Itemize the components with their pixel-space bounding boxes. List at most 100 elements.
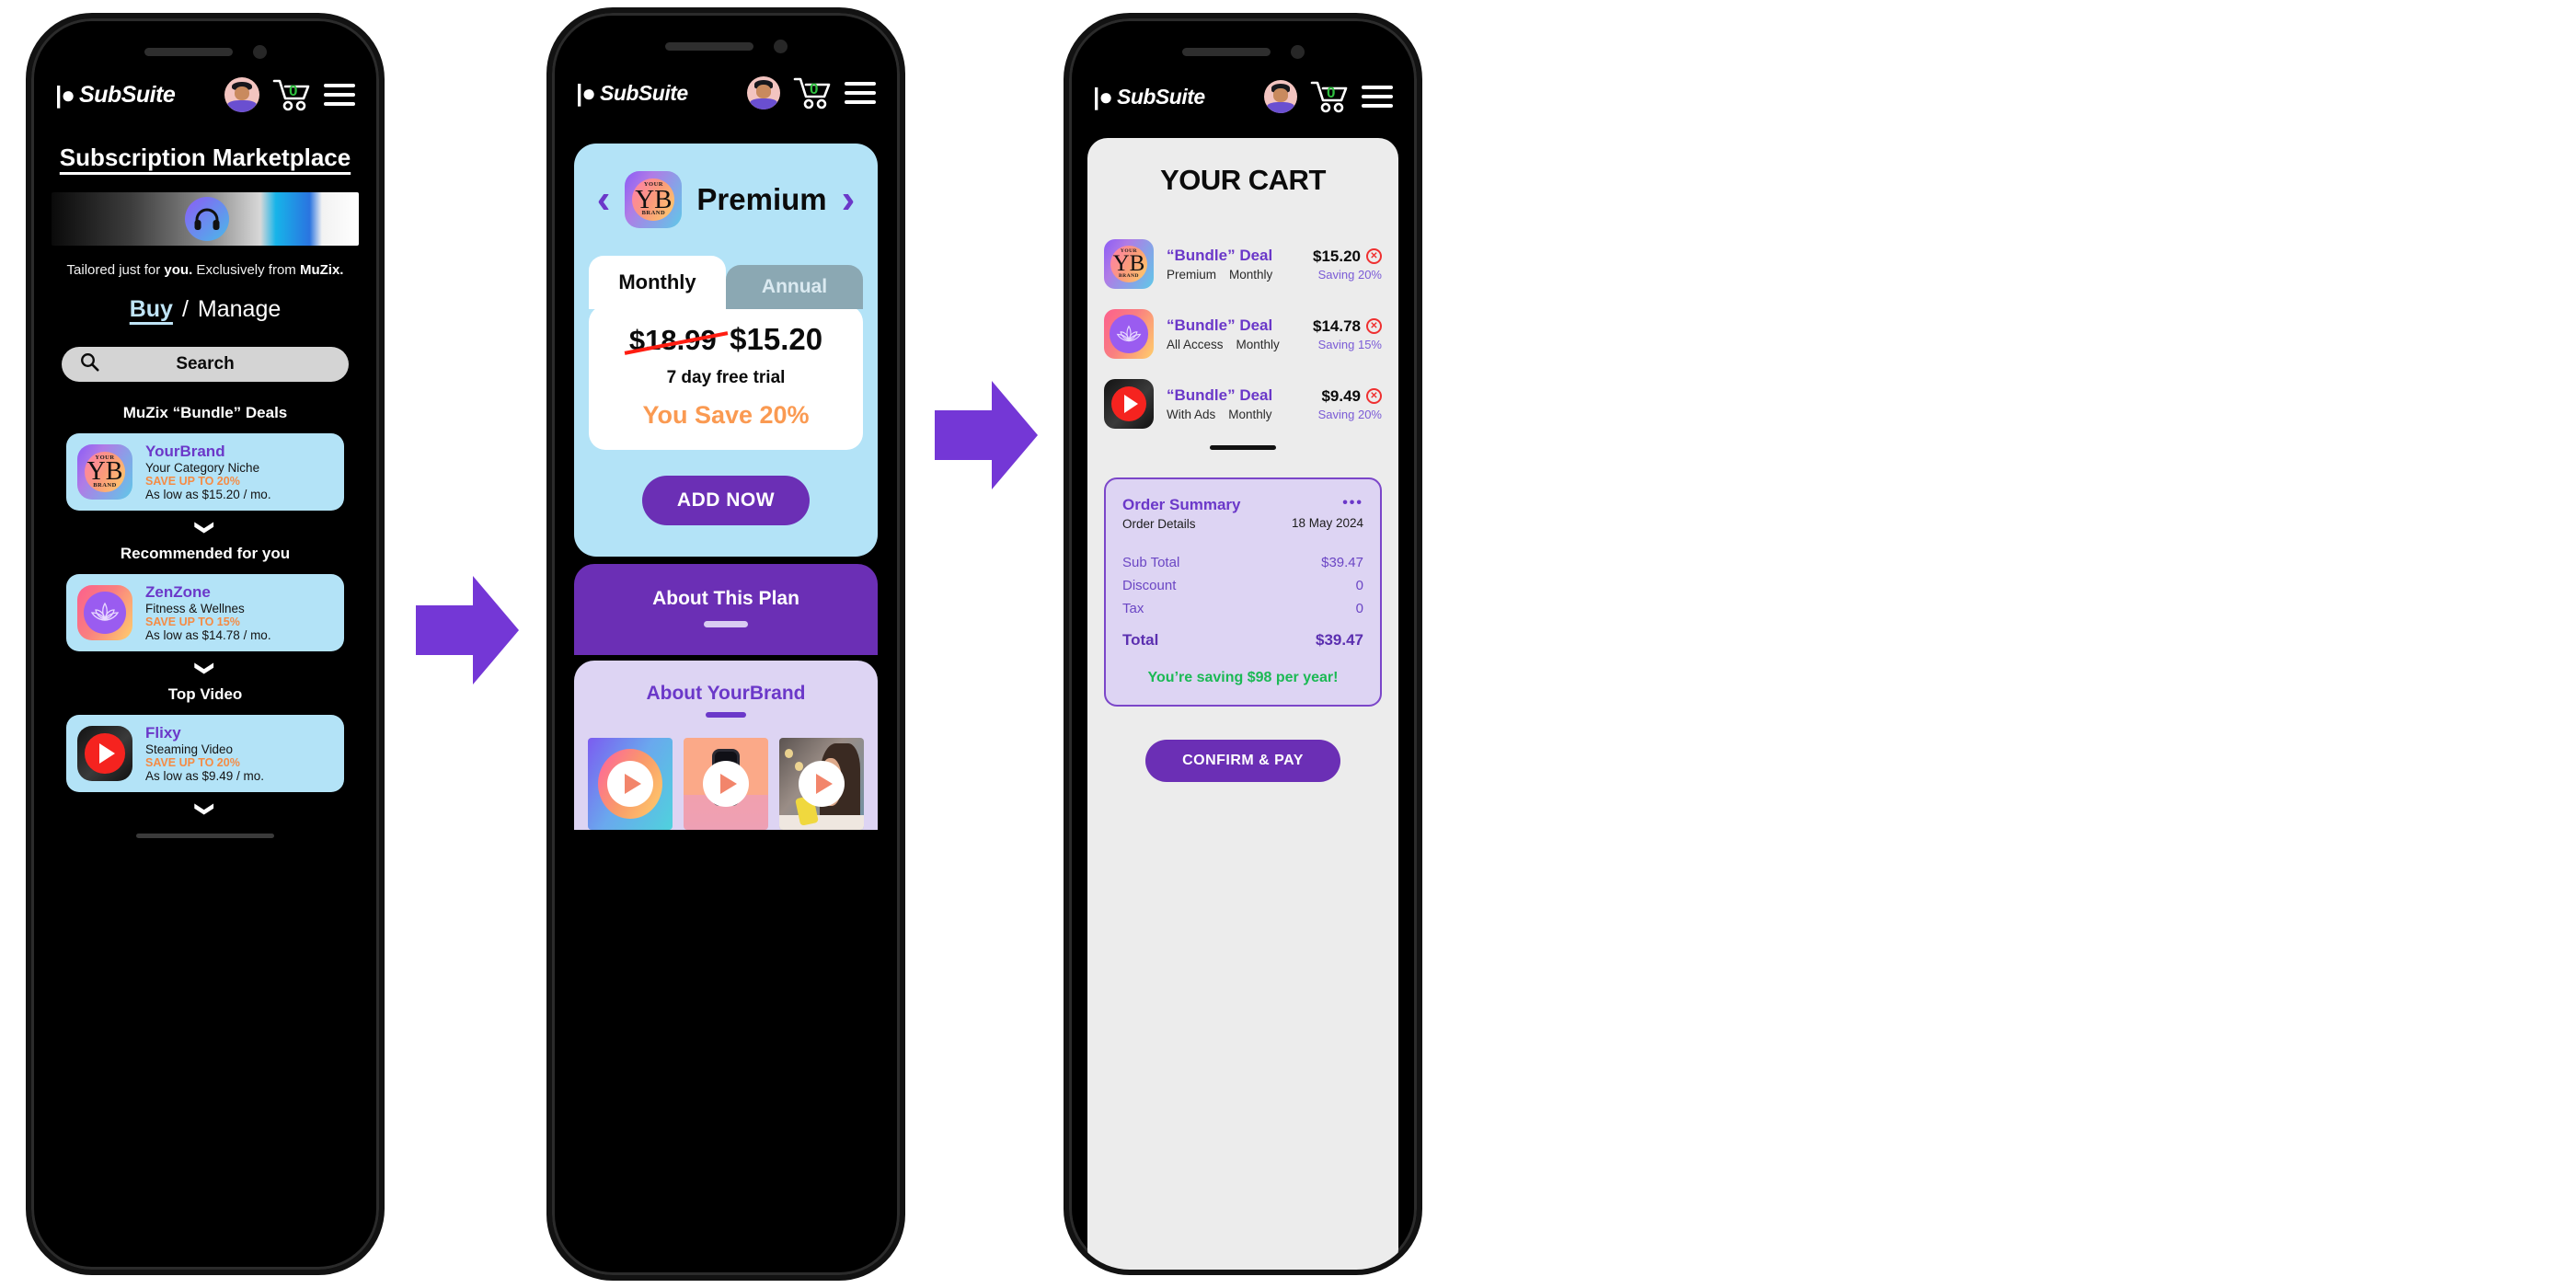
summary-label: Sub Total xyxy=(1122,555,1180,570)
logo-glyph-icon: |● xyxy=(576,79,596,107)
hamburger-menu-icon[interactable] xyxy=(324,84,355,106)
tab-buy[interactable]: Buy xyxy=(130,296,173,323)
confirm-pay-button[interactable]: CONFIRM & PAY xyxy=(1145,740,1340,782)
play-logo-icon xyxy=(77,726,132,781)
cart-item-price: $14.78 xyxy=(1313,316,1361,335)
cart-item-name: “Bundle” Deal xyxy=(1167,247,1273,264)
user-avatar[interactable] xyxy=(747,76,780,109)
headphones-glyph-icon xyxy=(194,208,220,230)
order-details-label: Order Details xyxy=(1122,517,1196,531)
cart-count-badge: 0 xyxy=(1326,84,1336,102)
cart-item-price-row: $9.49 ✕ xyxy=(1321,387,1382,406)
remove-item-button[interactable]: ✕ xyxy=(1366,318,1382,334)
expand-chevron-3[interactable]: ❯ xyxy=(194,636,217,983)
cart-item-price: $15.20 xyxy=(1313,247,1361,265)
flow-arrow-2 xyxy=(935,381,1038,489)
subsuite-logo[interactable]: |● SubSuite xyxy=(55,81,176,109)
tab-annual[interactable]: Annual xyxy=(726,265,863,309)
play-triangle-icon xyxy=(624,774,641,794)
tagline-bold-you: you. xyxy=(164,262,193,278)
phone1-earpiece xyxy=(31,18,379,85)
thumb-brand-video[interactable] xyxy=(588,738,673,830)
subsuite-logo[interactable]: |● SubSuite xyxy=(576,81,688,106)
summary-value: 0 xyxy=(1355,601,1363,616)
logo-glyph-icon: |● xyxy=(55,81,75,109)
speaker-grille xyxy=(144,47,233,56)
cart-item-row[interactable]: “Bundle” Deal All Access Monthly $14.78 … xyxy=(1104,309,1382,359)
cart-item-row[interactable]: YOUR YB BRAND “Bundle” Deal Premium Mont… xyxy=(1104,239,1382,289)
cart-item-saving: Saving 15% xyxy=(1317,337,1382,351)
confirm-pay-wrap: CONFIRM & PAY xyxy=(1087,740,1398,782)
summary-label: Tax xyxy=(1122,601,1144,616)
cart-icon[interactable]: 0 xyxy=(272,78,311,111)
cart-sheet: YOUR CART YOUR YB BRAND “Bundle” Deal Pr… xyxy=(1087,138,1398,1270)
cart-item-body: “Bundle” Deal All Access Monthly xyxy=(1167,316,1300,351)
user-avatar[interactable] xyxy=(224,77,259,112)
discounted-price: $15.20 xyxy=(730,322,823,356)
order-summary-title: Order Summary xyxy=(1122,496,1241,513)
remove-item-button[interactable]: ✕ xyxy=(1366,388,1382,404)
subsuite-logo[interactable]: |● SubSuite xyxy=(1093,85,1205,109)
phone3-earpiece xyxy=(1069,18,1417,85)
cart-item-cycle: Monthly xyxy=(1228,408,1272,421)
cart-icon[interactable]: 0 xyxy=(793,76,832,109)
marketplace-tagline: Tailored just for you. Exclusively from … xyxy=(31,262,379,278)
tab-monthly[interactable]: Monthly xyxy=(589,256,726,309)
cart-item-row[interactable]: “Bundle” Deal With Ads Monthly $9.49 ✕ S… xyxy=(1104,379,1382,429)
order-summary-more-icon[interactable]: ••• xyxy=(1292,496,1363,511)
yourbrand-logo-icon: YOUR YB BRAND xyxy=(1104,239,1154,289)
yourbrand-logo-icon: YOUR YB BRAND xyxy=(625,171,683,228)
phone-2-plan-detail: |● SubSuite 0 ‹ YOUR YB BRAND Premium › … xyxy=(546,7,905,1281)
phone-1-marketplace: |● SubSuite 0 Subscription Marketplace T… xyxy=(26,13,385,1275)
prev-plan-button[interactable]: ‹ xyxy=(597,179,611,220)
about-brand-section: About YourBrand xyxy=(574,661,878,830)
phone2-header-icons: 0 xyxy=(747,76,876,109)
add-now-wrap: ADD NOW xyxy=(574,450,878,557)
cart-item-saving: Saving 20% xyxy=(1317,267,1382,282)
tab-manage[interactable]: Manage xyxy=(198,296,281,323)
cart-item-sub: Premium Monthly xyxy=(1167,268,1300,282)
cart-item-name: “Bundle” Deal xyxy=(1167,316,1273,334)
phone3-header-icons: 0 xyxy=(1264,80,1393,113)
order-date: 18 May 2024 xyxy=(1291,516,1363,530)
thumb-lifestyle-video[interactable] xyxy=(779,738,864,830)
phone-3-cart: |● SubSuite 0 YOUR CART YOUR YB BRAND “B… xyxy=(1064,13,1422,1275)
cart-item-cycle: Monthly xyxy=(1236,338,1280,351)
cart-page-title: YOUR CART xyxy=(1160,164,1326,196)
play-logo-icon xyxy=(1104,379,1154,429)
remove-item-button[interactable]: ✕ xyxy=(1366,248,1382,264)
savings-label: You Save 20% xyxy=(642,401,810,429)
phone3-side-button-1 xyxy=(1064,248,1066,304)
next-plan-button[interactable]: › xyxy=(842,179,856,220)
logo-monogram: YB xyxy=(86,457,123,487)
hamburger-menu-icon[interactable] xyxy=(1362,86,1393,108)
cart-count-badge: 0 xyxy=(809,80,819,98)
flow-arrow-1 xyxy=(416,576,519,684)
category-banner[interactable] xyxy=(52,192,359,246)
order-summary-header: Order Summary Order Details ••• 18 May 2… xyxy=(1122,496,1363,532)
lotus-glyph-icon xyxy=(1116,325,1142,341)
annual-saving-note: You’re saving $98 per year! xyxy=(1147,670,1339,685)
play-triangle-icon xyxy=(98,743,115,764)
search-icon xyxy=(80,352,99,376)
cart-item-cycle: Monthly xyxy=(1229,268,1273,282)
lotus-glyph-icon xyxy=(90,602,120,621)
speaker-grille xyxy=(1181,47,1271,56)
order-summary-meta: ••• 18 May 2024 xyxy=(1291,496,1363,531)
hamburger-menu-icon[interactable] xyxy=(845,82,876,104)
logo-wordmark: SubSuite xyxy=(78,81,176,108)
cart-item-price: $9.49 xyxy=(1321,386,1361,405)
about-plan-underline xyxy=(704,621,748,627)
magnifier-glyph-icon xyxy=(81,353,99,372)
plan-header: ‹ YOUR YB BRAND Premium › xyxy=(574,171,878,228)
cart-item-tier: All Access xyxy=(1167,338,1224,351)
thumb-phone-video[interactable] xyxy=(684,738,768,830)
cart-icon[interactable]: 0 xyxy=(1310,80,1349,113)
phone1-side-button-3 xyxy=(26,451,29,543)
user-avatar[interactable] xyxy=(1264,80,1297,113)
brand-video-thumbnails xyxy=(574,738,878,830)
price-box: $18.99 $15.20 7 day free trial You Save … xyxy=(589,305,863,450)
order-summary-lines: Sub Total $39.47 Discount 0 Tax 0 Total … xyxy=(1122,555,1363,686)
add-now-button[interactable]: ADD NOW xyxy=(641,476,811,525)
about-this-plan-section[interactable]: About This Plan xyxy=(574,564,878,655)
